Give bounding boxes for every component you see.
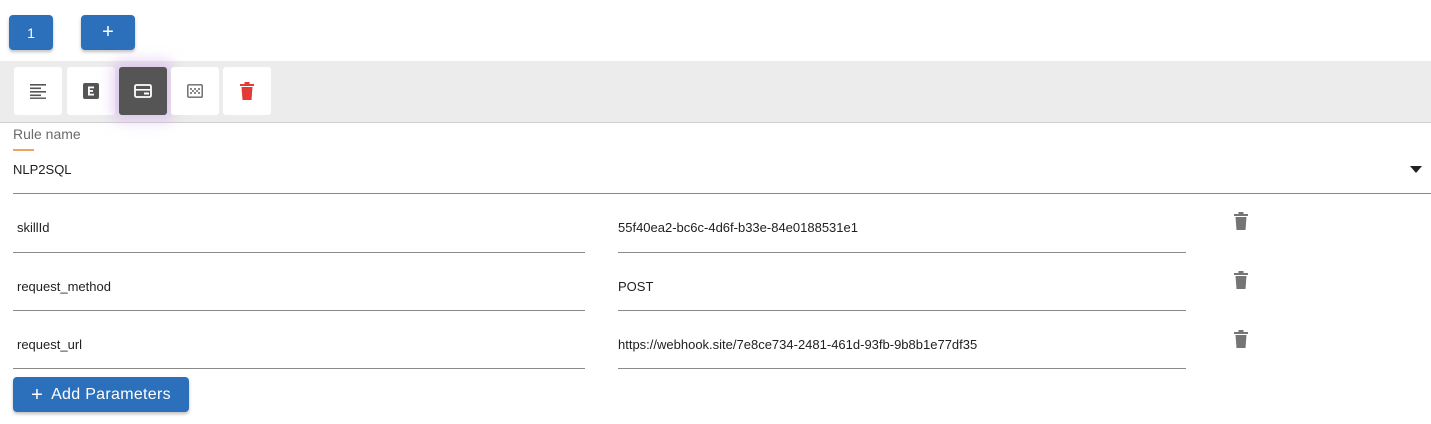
param-value-input[interactable]: 55f40ea2-bc6c-4d6f-b33e-84e0188531e1 [618, 220, 858, 235]
delete-param-icon[interactable] [1234, 330, 1248, 348]
param-key-input[interactable]: request_method [17, 279, 111, 294]
delete-param-icon[interactable] [1234, 212, 1248, 230]
delete-param-icon[interactable] [1234, 271, 1248, 289]
delete-tool-button[interactable] [223, 67, 271, 115]
card-tool-button[interactable] [119, 67, 167, 115]
plus-icon: + [31, 383, 44, 406]
rule-name-underline [13, 193, 1431, 194]
param-key-input[interactable]: skillId [17, 220, 50, 235]
e-box-tool-button[interactable] [67, 67, 115, 115]
trash-icon [240, 82, 254, 100]
param-value-underline [618, 368, 1186, 369]
editor-toolbar [0, 61, 1431, 123]
param-value-input[interactable]: https://webhook.site/7e8ce734-2481-461d-… [618, 337, 977, 352]
chevron-down-icon[interactable] [1410, 166, 1422, 173]
add-parameters-button[interactable]: + Add Parameters [13, 377, 189, 412]
param-key-underline [13, 252, 585, 253]
card-icon [134, 84, 152, 98]
text-align-icon [30, 84, 46, 99]
param-key-underline [13, 310, 585, 311]
add-parameters-label: Add Parameters [51, 385, 171, 403]
param-key-underline [13, 368, 585, 369]
add-tab-button[interactable]: + [81, 15, 135, 50]
rule-name-select[interactable]: NLP2SQL [13, 162, 72, 177]
pattern-icon [187, 84, 203, 98]
rule-name-accent [13, 149, 34, 151]
pattern-tool-button[interactable] [171, 67, 219, 115]
text-align-tool-button[interactable] [14, 67, 62, 115]
param-value-underline [618, 252, 1186, 253]
param-key-input[interactable]: request_url [17, 337, 82, 352]
param-value-underline [618, 310, 1186, 311]
rule-name-label: Rule name [13, 126, 81, 142]
e-box-icon [83, 83, 99, 99]
tab-1-button[interactable]: 1 [9, 15, 53, 50]
param-value-input[interactable]: POST [618, 279, 653, 294]
